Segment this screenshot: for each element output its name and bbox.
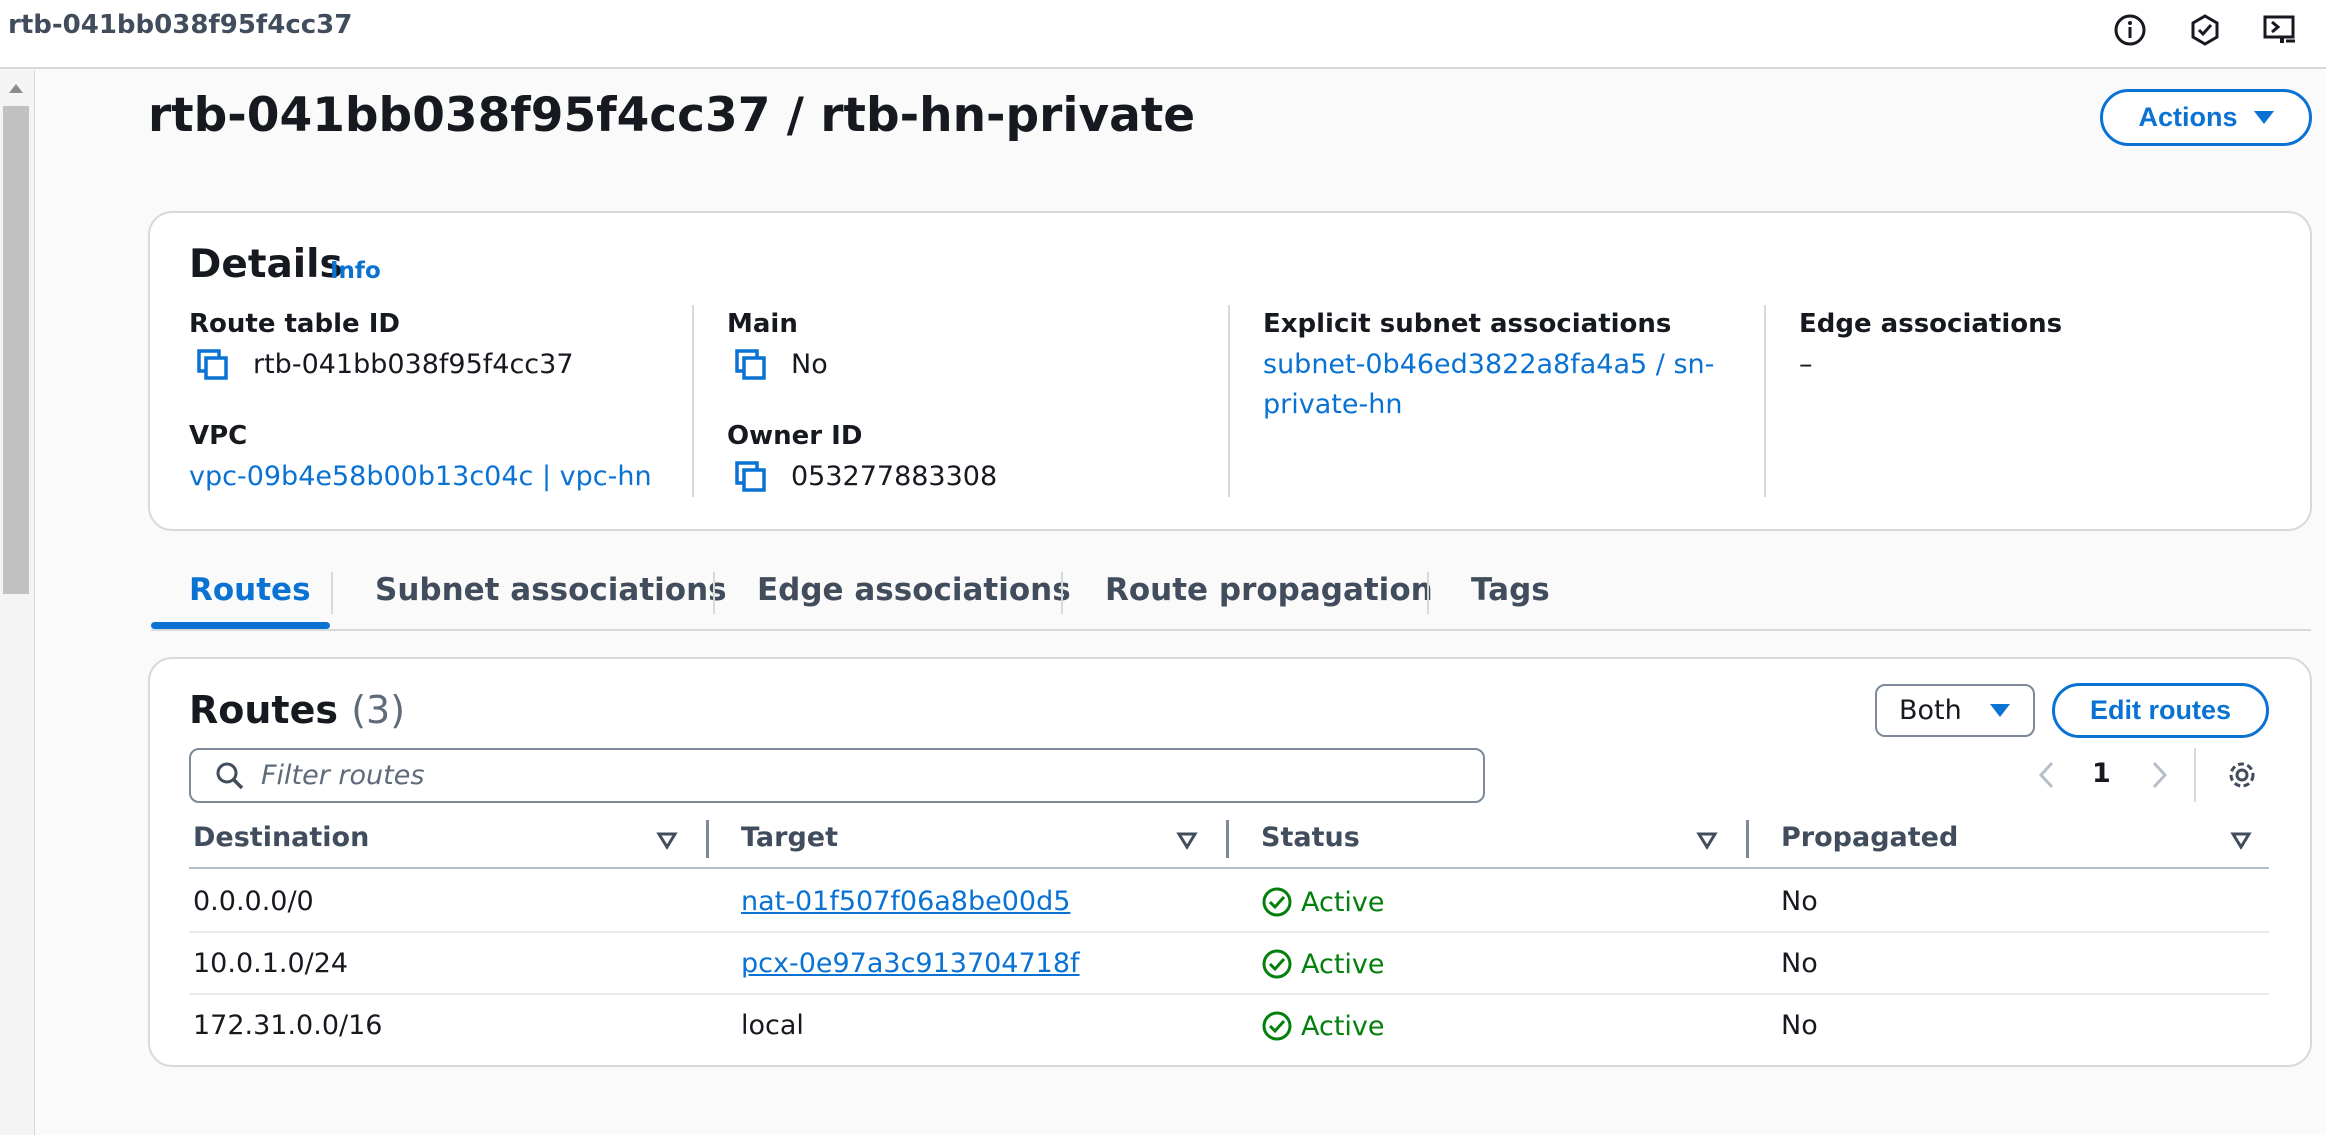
edit-routes-label: Edit routes [2089,695,2231,725]
row-divider [189,993,2269,995]
actions-label: Actions [2138,102,2238,132]
current-page-number[interactable]: 1 [2092,758,2111,789]
chevron-right-icon[interactable] [2148,760,2170,790]
route-table-id-label: Route table ID [189,309,400,339]
feedback-icon[interactable] [2185,10,2225,50]
route-status-text: Active [1301,886,1385,918]
sort-icon[interactable] [1176,830,1198,852]
main-label: Main [727,309,798,339]
route-status-text: Active [1301,948,1385,980]
tab-baseline [151,629,2311,631]
tab-route-propagation[interactable]: Route propagation [1105,572,1433,608]
filter-routes-input[interactable] [259,759,1363,792]
edge-associations-value: – [1799,349,1813,380]
tab-routes[interactable]: Routes [189,572,311,608]
column-resizer[interactable] [1226,820,1229,858]
search-icon [216,762,244,789]
details-heading: Details [189,242,343,287]
routes-heading-label: Routes [189,688,338,732]
status-ok-icon [1262,887,1292,917]
owner-id-value: 053277883308 [791,461,998,492]
divider [1228,305,1230,497]
tab-separator [331,572,333,614]
sort-icon[interactable] [1696,830,1718,852]
caret-down-icon [2253,111,2274,124]
route-filter-selected: Both [1899,695,1962,726]
tab-subnet-associations[interactable]: Subnet associations [375,572,727,608]
header-divider [189,867,2269,869]
route-destination: 10.0.1.0/24 [193,948,349,979]
route-status: Active [1261,1010,1385,1042]
copy-icon[interactable] [734,348,768,382]
route-propagated: No [1781,1010,1818,1041]
gear-icon[interactable] [2224,757,2260,793]
divider [1764,305,1766,497]
column-header-status[interactable]: Status [1261,822,1360,853]
divider [692,305,694,497]
column-header-propagated[interactable]: Propagated [1781,822,1958,853]
route-filter-select[interactable]: Both [1875,684,2035,737]
column-resizer[interactable] [706,820,709,858]
route-table-id-value: rtb-041bb038f95f4cc37 [253,349,574,380]
tab-separator [713,572,715,614]
page-scrollbar[interactable] [0,70,35,1135]
top-bar: rtb-041bb038f95f4cc37 [0,0,2326,69]
route-destination: 0.0.0.0/0 [193,886,314,917]
route-propagated: No [1781,886,1818,917]
vpc-link[interactable]: vpc-09b4e58b00b13c04c | vpc-hn [189,461,652,492]
tab-tags[interactable]: Tags [1471,572,1550,608]
explicit-subnet-link-cont[interactable]: private-hn [1263,389,1402,420]
tab-separator [1427,572,1429,614]
routes-heading: Routes (3) [189,688,405,732]
routes-count: (3) [351,688,406,732]
status-ok-icon [1262,1011,1292,1041]
window-title: rtb-041bb038f95f4cc37 [8,10,353,40]
route-destination: 172.31.0.0/16 [193,1010,383,1041]
column-header-target[interactable]: Target [741,822,838,853]
copy-icon[interactable] [196,348,230,382]
scrollbar-thumb[interactable] [3,106,29,594]
route-status: Active [1261,948,1385,980]
sort-icon[interactable] [2230,830,2252,852]
edge-associations-label: Edge associations [1799,309,2063,339]
tab-edge-associations[interactable]: Edge associations [757,572,1071,608]
route-status-text: Active [1301,1010,1385,1042]
column-resizer[interactable] [1746,820,1749,858]
filter-routes-field[interactable] [189,748,1485,803]
scroll-up-arrow[interactable] [9,84,23,93]
row-divider [189,931,2269,933]
route-status: Active [1261,886,1385,918]
vpc-label: VPC [189,421,248,451]
explicit-subnet-link[interactable]: subnet-0b46ed3822a8fa4a5 / sn- [1263,349,1714,380]
route-target-link[interactable]: pcx-0e97a3c913704718f [741,948,1080,979]
copy-icon[interactable] [734,460,768,494]
owner-id-label: Owner ID [727,421,863,451]
actions-button[interactable]: Actions [2100,89,2312,146]
tab-separator [1061,572,1063,614]
route-target-link[interactable]: nat-01f507f06a8be00d5 [741,886,1070,917]
screen-share-icon[interactable] [2260,10,2300,50]
page-title: rtb-041bb038f95f4cc37 / rtb-hn-private [148,88,1196,143]
pager-divider [2194,748,2196,802]
explicit-subnet-label: Explicit subnet associations [1263,309,1672,339]
route-target: local [741,1010,804,1041]
info-icon[interactable] [2110,10,2150,50]
edit-routes-button[interactable]: Edit routes [2052,683,2269,738]
main-value: No [791,349,828,380]
caret-down-icon [1989,704,2010,717]
sort-icon[interactable] [656,830,678,852]
chevron-left-icon[interactable] [2036,760,2058,790]
info-link[interactable]: Info [330,258,381,284]
active-tab-indicator [151,622,330,629]
status-ok-icon [1262,949,1292,979]
route-propagated: No [1781,948,1818,979]
column-header-destination[interactable]: Destination [193,822,369,853]
